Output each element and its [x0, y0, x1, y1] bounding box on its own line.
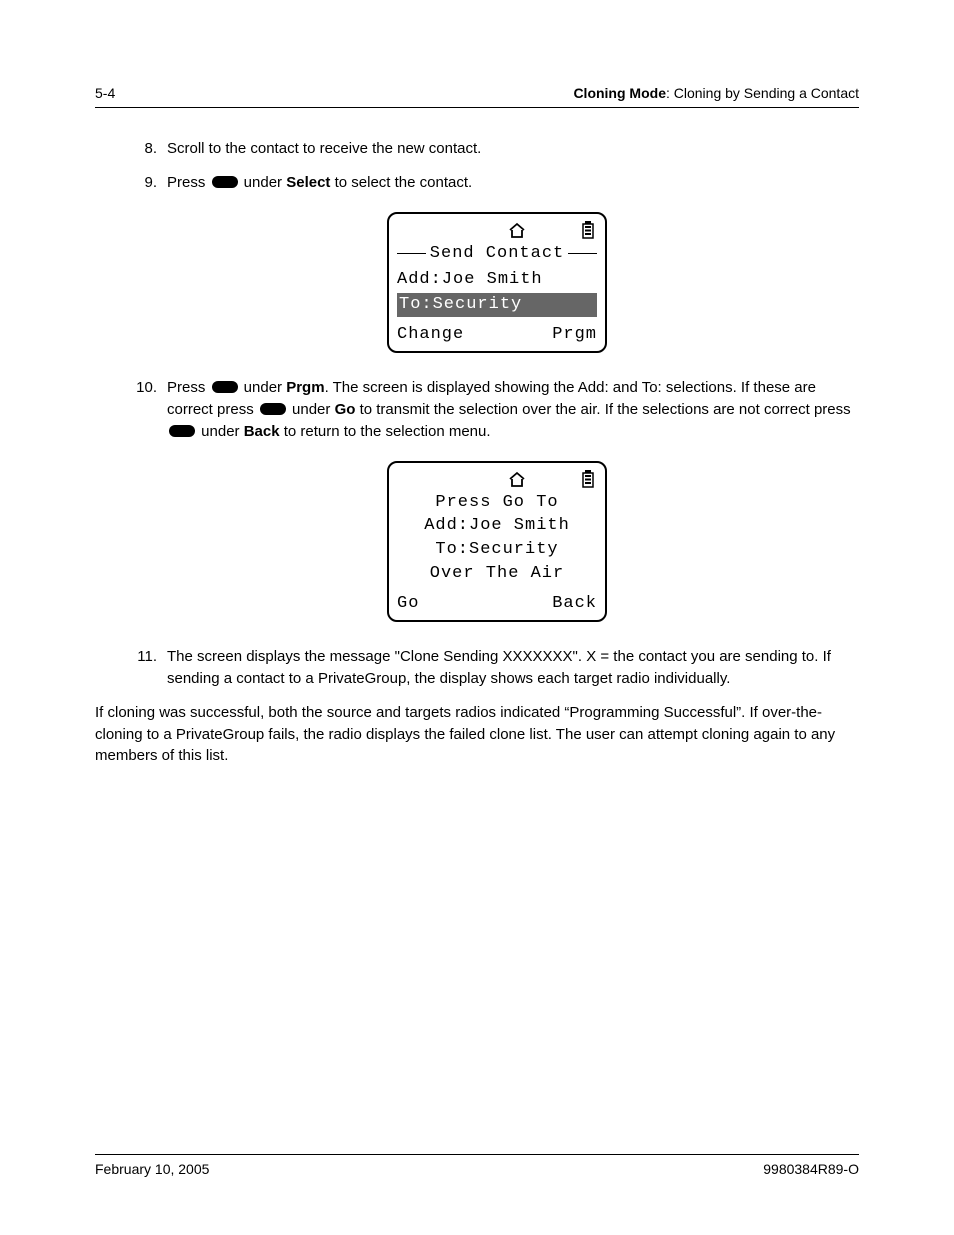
step-number: 11.	[135, 646, 157, 668]
lcd-softkey-right: Back	[552, 592, 597, 617]
lcd-screen-press-go: Press Go To Add:Joe Smith To:Security Ov…	[387, 461, 607, 623]
lcd-line: Press Go To	[397, 491, 597, 515]
step-text: The screen displays the message "Clone S…	[167, 648, 831, 687]
step-9: 9. Press under Select to select the cont…	[135, 172, 859, 194]
battery-icon	[581, 470, 595, 488]
page-header: 5-4 Cloning Mode: Cloning by Sending a C…	[95, 85, 859, 108]
step-text: Press under Prgm. The screen is displaye…	[167, 379, 851, 440]
text-bold: Back	[244, 423, 280, 440]
step-list-continued: 10. Press under Prgm. The screen is disp…	[135, 377, 859, 442]
text-fragment: to return to the selection menu.	[280, 423, 491, 440]
softkey-icon	[212, 176, 238, 188]
text-fragment: Press	[167, 379, 210, 396]
text-fragment: under	[288, 401, 335, 418]
step-10: 10. Press under Prgm. The screen is disp…	[135, 377, 859, 442]
softkey-icon	[212, 381, 238, 393]
text-fragment: under	[197, 423, 244, 440]
page: 5-4 Cloning Mode: Cloning by Sending a C…	[0, 0, 954, 1235]
step-text: Scroll to the contact to receive the new…	[167, 140, 481, 157]
lcd-title-row: Send Contact	[397, 242, 597, 267]
lcd-line-add: Add:Joe Smith	[397, 268, 597, 292]
lcd-softkey-row: Change Prgm	[397, 323, 597, 348]
step-list-continued-2: 11. The screen displays the message "Clo…	[135, 646, 859, 690]
lcd-title: Send Contact	[426, 242, 568, 267]
lcd-status-bar	[397, 469, 597, 489]
step-text: Press under Select to select the contact…	[167, 174, 472, 191]
lcd-status-bar	[397, 220, 597, 240]
step-list: 8. Scroll to the contact to receive the …	[135, 138, 859, 194]
step-11: 11. The screen displays the message "Clo…	[135, 646, 859, 690]
text-fragment: under	[240, 379, 287, 396]
lcd-line-to-highlighted: To:Security	[397, 293, 597, 317]
text-fragment: to transmit the selection over the air. …	[355, 401, 850, 418]
step-number: 8.	[135, 138, 157, 160]
lcd-softkey-left: Change	[397, 323, 464, 348]
battery-icon	[581, 221, 595, 239]
section-title-rest: : Cloning by Sending a Contact	[666, 85, 859, 101]
home-icon	[508, 222, 526, 238]
section-title: Cloning Mode: Cloning by Sending a Conta…	[573, 85, 859, 101]
lcd-softkey-right: Prgm	[552, 323, 597, 348]
page-footer: February 10, 2005 9980384R89-O	[95, 1154, 859, 1177]
lcd-softkey-left: Go	[397, 592, 419, 617]
softkey-icon	[169, 425, 195, 437]
lcd-line: Over The Air	[397, 562, 597, 586]
step-number: 10.	[135, 377, 157, 399]
lcd-screen-send-contact: Send Contact Add:Joe Smith To:Security C…	[387, 212, 607, 354]
lcd-line: Add:Joe Smith	[397, 514, 597, 538]
text-bold: Select	[286, 174, 330, 191]
text-fragment: Press	[167, 174, 210, 191]
text-bold: Go	[335, 401, 356, 418]
closing-paragraph: If cloning was successful, both the sour…	[95, 702, 859, 767]
lcd-softkey-row: Go Back	[397, 592, 597, 617]
footer-docnum: 9980384R89-O	[763, 1161, 859, 1177]
section-title-bold: Cloning Mode	[573, 85, 666, 101]
home-icon	[508, 471, 526, 487]
text-bold: Prgm	[286, 379, 324, 396]
footer-date: February 10, 2005	[95, 1161, 209, 1177]
lcd-line: To:Security	[397, 538, 597, 562]
page-number: 5-4	[95, 85, 115, 101]
step-number: 9.	[135, 172, 157, 194]
text-fragment: under	[240, 174, 287, 191]
step-8: 8. Scroll to the contact to receive the …	[135, 138, 859, 160]
softkey-icon	[260, 403, 286, 415]
text-fragment: to select the contact.	[330, 174, 472, 191]
content-area: 8. Scroll to the contact to receive the …	[95, 138, 859, 767]
